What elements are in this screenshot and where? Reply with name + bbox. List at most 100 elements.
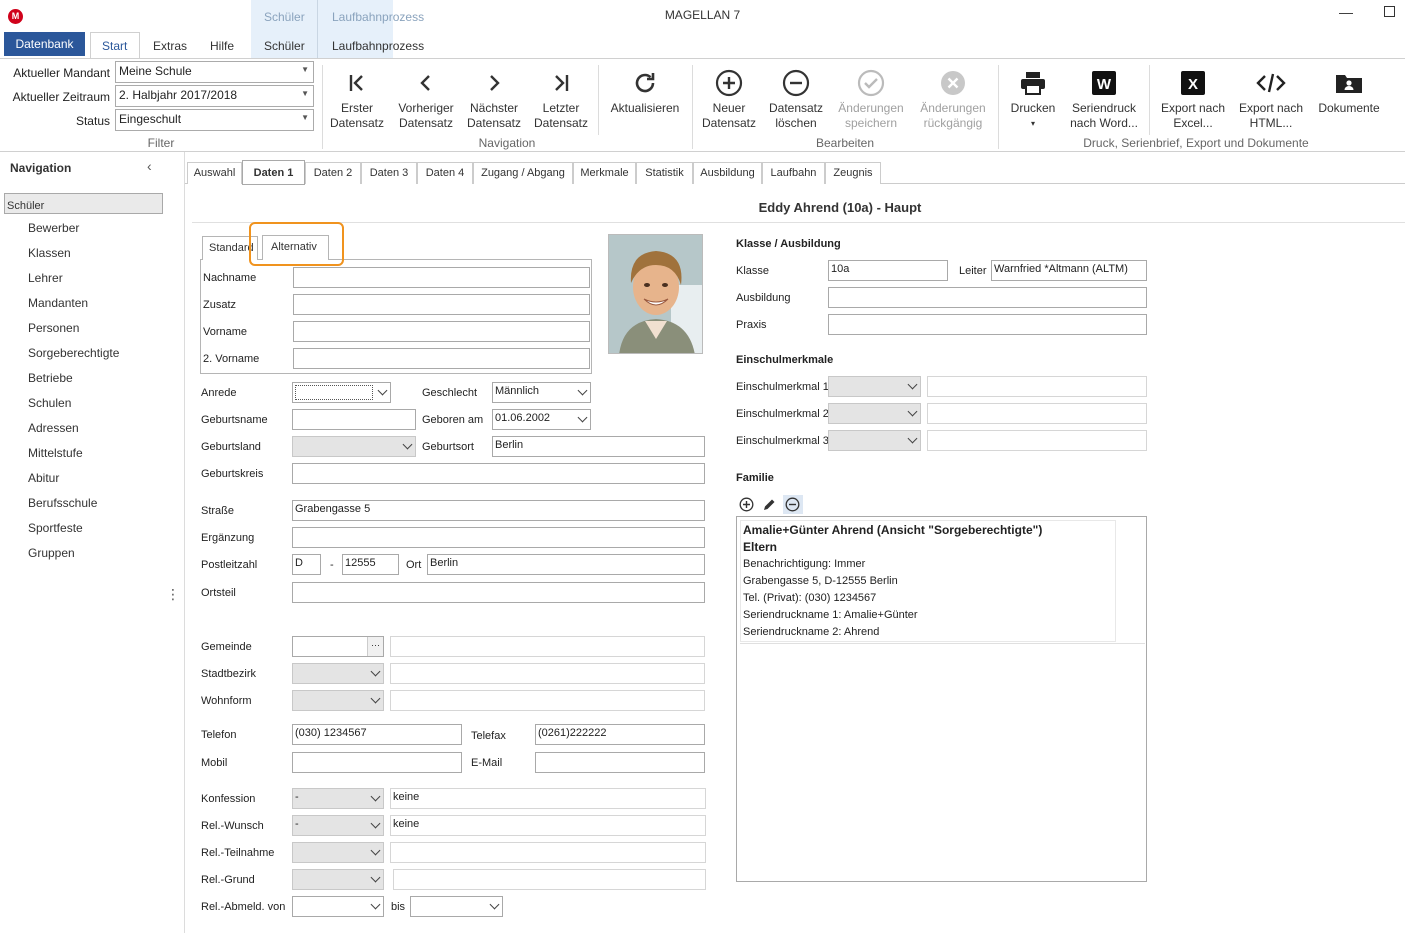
ortsteil-field[interactable]	[292, 582, 705, 603]
ausbildung-field[interactable]	[828, 287, 1147, 308]
nav-item-sorgeberechtigte[interactable]: Sorgeberechtigte	[4, 343, 163, 363]
export-html-button[interactable]: Export nach HTML...	[1234, 65, 1308, 131]
minimize-icon[interactable]: —	[1339, 4, 1353, 20]
nav-item-schulen[interactable]: Schulen	[4, 393, 163, 413]
strasse-field[interactable]: Grabengasse 5	[292, 500, 705, 521]
zeitraum-select[interactable]: 2. Halbjahr 2017/2018 ▼	[115, 85, 314, 107]
praxis-field[interactable]	[828, 314, 1147, 335]
status-label: Status	[75, 114, 110, 128]
navigation-title: Navigation	[10, 161, 72, 175]
nav-item-berufsschule[interactable]: Berufsschule	[4, 493, 163, 513]
relabmeld-bis-select[interactable]	[410, 896, 503, 917]
export-excel-button[interactable]: X Export nach Excel...	[1156, 65, 1230, 131]
add-family-icon[interactable]	[739, 497, 754, 515]
nav-item-betriebe[interactable]: Betriebe	[4, 368, 163, 388]
geburtskreis-field[interactable]	[292, 463, 705, 484]
mobil-field[interactable]	[292, 752, 462, 773]
tab-laufbahnprozess[interactable]: Laufbahnprozess	[332, 39, 424, 53]
nav-item-adressen[interactable]: Adressen	[4, 418, 163, 438]
documents-button[interactable]: Dokumente	[1313, 65, 1385, 116]
status-select[interactable]: Eingeschult ▼	[115, 109, 314, 131]
next-record-button[interactable]: Nächster Datensatz	[464, 65, 524, 131]
nav-item-personen[interactable]: Personen	[4, 318, 163, 338]
first-record-button[interactable]: Erster Datensatz	[328, 65, 386, 131]
tab-zugang-abgang[interactable]: Zugang / Abgang	[473, 162, 573, 184]
tab-start-label[interactable]: Start	[102, 39, 127, 53]
tab-extras[interactable]: Extras	[153, 39, 187, 53]
tab-statistik[interactable]: Statistik	[636, 162, 693, 184]
nav-item-mandanten[interactable]: Mandanten	[4, 293, 163, 313]
email-field[interactable]	[535, 752, 705, 773]
nachname-field[interactable]	[293, 267, 590, 288]
vorname-field[interactable]	[293, 321, 590, 342]
land-field[interactable]: D	[292, 554, 321, 575]
geburtsname-field[interactable]	[292, 409, 416, 430]
zusatz-field[interactable]	[293, 294, 590, 315]
tab-laufbahn[interactable]: Laufbahn	[762, 162, 825, 184]
tab-zeugnis[interactable]: Zeugnis	[825, 162, 881, 184]
remove-family-icon[interactable]	[783, 495, 803, 514]
student-photo[interactable]	[608, 234, 703, 354]
leiter-field[interactable]: Warnfried *Altmann (ALTM)	[991, 260, 1147, 281]
new-record-button[interactable]: Neuer Datensatz	[700, 65, 758, 131]
tab-merkmale[interactable]: Merkmale	[573, 162, 636, 184]
konfession-select[interactable]: -	[292, 788, 384, 809]
previous-record-button[interactable]: Vorheriger Datensatz	[394, 65, 458, 131]
tab-daten-1[interactable]: Daten 1	[242, 160, 305, 185]
print-button[interactable]: Drucken ▾	[1006, 65, 1060, 131]
geboren-date-picker[interactable]: 01.06.2002	[492, 409, 591, 430]
nav-item-schueler[interactable]: Schüler	[4, 193, 163, 214]
vorname2-field[interactable]	[293, 348, 590, 369]
nav-item-mittelstufe[interactable]: Mittelstufe	[4, 443, 163, 463]
nav-item-abitur[interactable]: Abitur	[4, 468, 163, 488]
tab-daten-2[interactable]: Daten 2	[305, 162, 361, 184]
tab-ausbildung[interactable]: Ausbildung	[693, 162, 762, 184]
tab-datenbank[interactable]: Datenbank	[4, 32, 85, 56]
mandant-select[interactable]: Meine Schule ▼	[115, 61, 314, 83]
nav-item-klassen[interactable]: Klassen	[4, 243, 163, 263]
einschul-1-select[interactable]	[828, 376, 921, 397]
edit-pencil-icon[interactable]	[762, 497, 777, 515]
nav-item-bewerber[interactable]: Bewerber	[4, 218, 163, 238]
relwunsch-select[interactable]: -	[292, 815, 384, 836]
relteilnahme-select[interactable]	[292, 842, 384, 863]
tab-alternativ[interactable]: Alternativ	[262, 235, 329, 260]
tab-hilfe[interactable]: Hilfe	[210, 39, 234, 53]
anrede-select[interactable]	[292, 382, 391, 403]
familie-list[interactable]: Amalie+Günter Ahrend (Ansicht "Sorgebere…	[736, 516, 1147, 882]
stadtbezirk-select[interactable]	[292, 663, 384, 684]
delete-record-button[interactable]: Datensatz löschen	[766, 65, 826, 131]
wohnform-select[interactable]	[292, 690, 384, 711]
undo-changes-button[interactable]: Änderungen rückgängig	[915, 65, 991, 131]
nav-item-sportfeste[interactable]: Sportfeste	[4, 518, 163, 538]
tab-schueler[interactable]: Schüler	[264, 39, 305, 53]
serial-print-word-button[interactable]: W Seriendruck nach Word...	[1066, 65, 1142, 131]
mandant-label: Aktueller Mandant	[13, 66, 110, 80]
refresh-button[interactable]: Aktualisieren	[606, 65, 684, 116]
nav-item-lehrer[interactable]: Lehrer	[4, 268, 163, 288]
geburtsort-field[interactable]: Berlin	[492, 436, 705, 457]
ergaenzung-field[interactable]	[292, 527, 705, 548]
maximize-icon[interactable]	[1384, 6, 1395, 17]
nav-item-gruppen[interactable]: Gruppen	[4, 543, 163, 563]
relgrund-select[interactable]	[292, 869, 384, 890]
einschul-2-select[interactable]	[828, 403, 921, 424]
plz-field[interactable]: 12555	[342, 554, 399, 575]
save-changes-button[interactable]: Änderungen speichern	[834, 65, 908, 131]
last-record-button[interactable]: Letzter Datensatz	[531, 65, 591, 131]
telefax-field[interactable]: (0261)222222	[535, 724, 705, 745]
family-card[interactable]: Amalie+Günter Ahrend (Ansicht "Sorgebere…	[740, 520, 1116, 642]
klasse-field[interactable]: 10a	[828, 260, 948, 281]
gemeinde-browse-button[interactable]: ···	[367, 637, 383, 656]
tab-auswahl[interactable]: Auswahl	[187, 162, 242, 184]
geburtsland-select[interactable]	[292, 436, 416, 457]
telefon-field[interactable]: (030) 1234567	[292, 724, 462, 745]
tab-daten-3[interactable]: Daten 3	[361, 162, 417, 184]
ort-field[interactable]: Berlin	[427, 554, 705, 575]
tab-daten-4[interactable]: Daten 4	[417, 162, 473, 184]
einschul-3-select[interactable]	[828, 430, 921, 451]
splitter-grip-icon[interactable]: ⋮	[166, 586, 180, 603]
collapse-chevron-icon[interactable]: ‹	[147, 158, 152, 174]
geschlecht-select[interactable]: Männlich	[492, 382, 591, 403]
relabmeld-von-select[interactable]	[292, 896, 384, 917]
